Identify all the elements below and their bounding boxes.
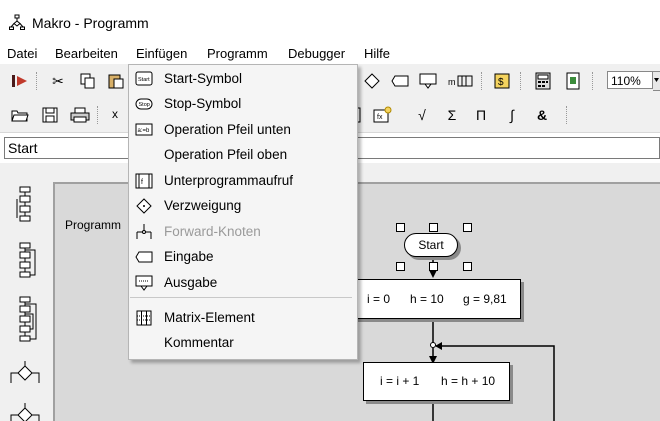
op1-h: h = 10	[410, 292, 444, 306]
menu-bearbeiten[interactable]: Bearbeiten	[55, 45, 118, 62]
start-symbol[interactable]: Start	[404, 233, 458, 257]
menu-item-start-symbol[interactable]: Start Start-Symbol	[129, 67, 357, 91]
selection-handle[interactable]	[396, 262, 405, 271]
svg-text:fx: fx	[377, 114, 383, 121]
branch-icon	[136, 198, 152, 214]
toolbar-separator	[36, 72, 38, 90]
svg-text:f: f	[141, 179, 143, 186]
function-tool-icon[interactable]: fx	[372, 105, 392, 125]
output-icon	[135, 275, 153, 291]
matrix-tool-icon[interactable]: m	[448, 71, 474, 91]
menu-einfuegen[interactable]: Einfügen	[136, 45, 187, 62]
op2-i: i = i + 1	[380, 374, 420, 388]
toolbar-separator	[566, 106, 568, 124]
menu-item-label: Verzweigung	[164, 198, 242, 213]
menu-item-unterprogrammaufruf[interactable]: f Unterprogrammaufruf	[129, 169, 357, 193]
menu-item-eingabe[interactable]: Eingabe	[129, 245, 357, 269]
toolbar-separator	[520, 72, 522, 90]
operation-icon: a:=b	[135, 123, 153, 136]
chevron-down-icon[interactable]	[653, 71, 660, 91]
menu-item-operation-pfeil-unten[interactable]: a:=b Operation Pfeil unten	[129, 118, 357, 142]
op1-i: i = 0	[367, 292, 391, 306]
menu-debugger[interactable]: Debugger	[288, 45, 345, 62]
palette-nested-loop-icon[interactable]	[9, 295, 41, 343]
program-label: Programm	[65, 218, 122, 232]
menu-bar: Datei Bearbeiten Einfügen Programm Debug…	[0, 44, 660, 64]
menu-programm[interactable]: Programm	[207, 45, 268, 62]
branch-tool-icon[interactable]	[362, 71, 382, 91]
menu-datei[interactable]: Datei	[7, 45, 37, 62]
menu-hilfe[interactable]: Hilfe	[364, 45, 390, 62]
input-icon	[135, 251, 153, 263]
zoom-select[interactable]: 110%	[607, 71, 653, 89]
svg-text:Start: Start	[138, 77, 150, 83]
copy-icon[interactable]	[78, 71, 98, 91]
subprogram-icon: f	[135, 173, 153, 189]
svg-text:a:=b: a:=b	[138, 128, 151, 134]
run-icon[interactable]	[10, 71, 30, 91]
svg-text:Stop: Stop	[139, 102, 150, 108]
menu-item-stop-symbol[interactable]: Stop Stop-Symbol	[129, 92, 357, 116]
forward-node-icon	[136, 224, 152, 239]
integral-icon[interactable]: ∫	[502, 105, 522, 125]
palette-branch2-icon[interactable]	[9, 403, 41, 421]
window-title: Makro - Programm	[32, 15, 149, 31]
menu-separator	[130, 297, 352, 298]
selection-handle[interactable]	[429, 223, 438, 232]
sum-icon[interactable]: Σ	[442, 105, 462, 125]
menu-item-label: Operation Pfeil oben	[164, 147, 288, 162]
menu-item-label: Forward-Knoten	[164, 224, 261, 239]
stop-symbol-icon: Stop	[135, 98, 153, 110]
menu-item-forward-knoten: Forward-Knoten	[129, 220, 357, 244]
palette-sequence-icon[interactable]	[9, 185, 41, 225]
toolbar-separator	[97, 106, 99, 124]
input-tool-icon[interactable]	[390, 71, 410, 91]
print-icon[interactable]	[70, 105, 90, 125]
paste-icon[interactable]	[106, 71, 126, 91]
menu-item-ausgabe[interactable]: Ausgabe	[129, 271, 357, 295]
symbol-palette	[0, 163, 51, 421]
selection-handle[interactable]	[463, 262, 472, 271]
palette-branch-icon[interactable]	[9, 361, 41, 387]
menu-item-operation-pfeil-oben[interactable]: Operation Pfeil oben	[129, 143, 357, 167]
open-folder-icon[interactable]	[10, 105, 30, 125]
menu-item-label: Unterprogrammaufruf	[164, 173, 294, 188]
toolbar-separator	[481, 72, 483, 90]
menu-item-label: Eingabe	[164, 249, 214, 264]
document-icon[interactable]	[563, 71, 583, 91]
operation-box-1[interactable]: i = 0 h = 10 g = 9,81	[352, 279, 521, 319]
menu-item-label: Stop-Symbol	[164, 96, 242, 111]
selection-handle[interactable]	[429, 262, 438, 271]
svg-text:$: $	[498, 77, 504, 88]
start-symbol-icon: Start	[135, 71, 153, 86]
sqrt-icon[interactable]: √	[412, 105, 432, 125]
toolbar-separator	[592, 72, 594, 90]
menu-item-label: Operation Pfeil unten	[164, 122, 291, 137]
output-tool-icon[interactable]	[418, 71, 438, 91]
cut-icon[interactable]: ✂	[48, 71, 68, 91]
palette-loop-icon[interactable]	[9, 241, 41, 283]
variables-icon[interactable]: $	[492, 71, 512, 91]
selection-handle[interactable]	[396, 223, 405, 232]
subscript-x-icon[interactable]: x	[112, 107, 118, 121]
save-icon[interactable]	[40, 105, 60, 125]
menu-item-label: Ausgabe	[164, 275, 218, 290]
einfuegen-dropdown-menu: Start Start-Symbol Stop Stop-Symbol a:=b…	[128, 64, 358, 360]
matrix-icon	[136, 310, 152, 326]
svg-text:m: m	[448, 77, 456, 87]
menu-item-label: Matrix-Element	[164, 310, 255, 325]
menu-item-verzweigung[interactable]: Verzweigung	[129, 194, 357, 218]
menu-item-label: Kommentar	[164, 335, 234, 350]
app-icon	[9, 14, 25, 30]
menu-item-matrix-element[interactable]: Matrix-Element	[129, 306, 357, 330]
ampersand-icon[interactable]: &	[532, 105, 552, 125]
op1-g: g = 9,81	[463, 292, 507, 306]
menu-item-kommentar[interactable]: Kommentar	[129, 331, 357, 355]
menu-item-label: Start-Symbol	[164, 71, 243, 86]
selection-handle[interactable]	[463, 223, 472, 232]
calculator-icon[interactable]	[533, 71, 553, 91]
operation-box-2[interactable]: i = i + 1 h = h + 10	[363, 362, 510, 401]
op2-h: h = h + 10	[441, 374, 496, 388]
product-icon[interactable]: Π	[471, 105, 491, 125]
